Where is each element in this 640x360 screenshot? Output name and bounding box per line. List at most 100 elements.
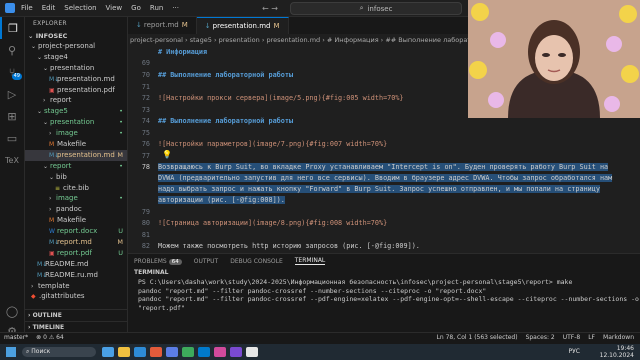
tree-file[interactable]: M Makefile	[25, 215, 127, 226]
app-icon[interactable]	[182, 347, 194, 357]
workspace-root[interactable]: ⌄ INFOSEC	[25, 31, 127, 41]
tree-folder[interactable]: ⌄ report •	[25, 161, 127, 172]
md-file-icon: M↓	[49, 75, 60, 83]
tree-folder[interactable]: ⌄ presentation •	[25, 117, 127, 128]
code-line[interactable]: DVWA (предварительно запустив для него в…	[128, 174, 628, 182]
status-item[interactable]: ⊗ 0 ⚠ 64	[36, 334, 64, 341]
menu-item[interactable]: View	[106, 4, 123, 12]
status-item[interactable]: UTF-8	[563, 334, 581, 341]
line-number: 75	[141, 129, 150, 137]
chevron-down-icon: ⌄	[31, 43, 37, 50]
code-line[interactable]: 81	[128, 231, 628, 239]
run-debug-icon[interactable]: ▷	[0, 83, 24, 105]
breadcrumb[interactable]: project-personal › stage5 › presentation…	[128, 34, 470, 46]
code-line[interactable]: 82 Можем также посмотреть http историю за…	[128, 242, 628, 250]
line-number: 79	[141, 208, 150, 216]
tree-folder[interactable]: › pandoc	[25, 204, 127, 215]
line-text: ![Страница авторизации](image/8.png){#fi…	[158, 219, 388, 227]
edge-icon[interactable]	[134, 347, 146, 357]
menu-item[interactable]: Run	[150, 4, 163, 12]
tree-folder[interactable]: › template	[25, 281, 127, 292]
clock[interactable]: 19:46 12.10.2024	[600, 345, 634, 359]
tree-file[interactable]: ≡ cite.bib	[25, 183, 127, 194]
command-center-search[interactable]: ⌕ infosec	[290, 2, 462, 15]
tree-file[interactable]: ▣ report.pdf U	[25, 248, 127, 259]
status-item[interactable]: master*	[4, 334, 28, 341]
tree-folder[interactable]: ⌄ bib	[25, 172, 127, 183]
code-line[interactable]: надо выбрать запрос и нажать кнопку "For…	[128, 185, 628, 193]
code-line[interactable]: 74 ## Выполнение лабораторной работы	[128, 117, 628, 125]
editor-tab[interactable]: ↓ report.md M	[128, 17, 197, 34]
code-line[interactable]: 80 ![Страница авторизации](image/8.png){#…	[128, 219, 628, 227]
tree-item-label: Makefile	[57, 140, 87, 149]
tree-file[interactable]: M↓presentation.md	[25, 74, 127, 85]
extensions-icon[interactable]: ⊞	[0, 105, 24, 127]
tree-folder[interactable]: ⌄ stage5 •	[25, 106, 127, 117]
panel-tab[interactable]: PROBLEMS 64	[134, 258, 182, 265]
tree-item-label: stage4	[44, 52, 68, 61]
explorer-icon[interactable]: ❐	[0, 17, 24, 39]
terminal-output[interactable]: PS C:\Users\dasha\work\study\2024-2025\И…	[128, 278, 640, 312]
menu-item[interactable]: Selection	[64, 4, 96, 12]
code-line[interactable]: авторизации (рис. [-@fig:008]).	[128, 196, 628, 204]
app-icon[interactable]	[246, 347, 258, 357]
vscode-taskbar-icon[interactable]	[198, 347, 210, 357]
remote-explorer-icon[interactable]: ▭	[0, 127, 24, 149]
tree-file[interactable]: M↓presentation.md M	[25, 149, 127, 161]
code-line[interactable]: 78 Возвращаюсь к Burp Suit, во вкладке Pr…	[128, 163, 628, 171]
menu-item[interactable]: ···	[172, 4, 179, 12]
file-explorer-icon[interactable]	[118, 347, 130, 357]
status-item[interactable]: Spaces: 2	[526, 334, 555, 341]
line-number: 76	[141, 140, 150, 148]
tree-file[interactable]: Wreport.docx U	[25, 226, 127, 237]
app-icon[interactable]	[214, 347, 226, 357]
code-line[interactable]: 77	[128, 152, 628, 160]
editor-tab[interactable]: ↓ presentation.md M	[196, 17, 289, 34]
source-control-icon[interactable]: ⑂ 49	[0, 61, 24, 83]
line-text: DVWA (предварительно запустив для него в…	[158, 174, 613, 182]
panel-tab[interactable]: DEBUG CONSOLE	[230, 258, 283, 265]
tree-folder[interactable]: › image •	[25, 193, 127, 204]
tree-file[interactable]: M Makefile	[25, 139, 127, 150]
app-icon[interactable]	[150, 347, 162, 357]
tree-folder[interactable]: ⌄ presentation	[25, 63, 127, 74]
tree-file[interactable]: ◆ .gitattributes	[25, 291, 127, 302]
status-item[interactable]: Ln 78, Col 1 (563 selected)	[437, 334, 518, 341]
taskbar-search[interactable]: ⌕ Поиск	[22, 347, 96, 357]
windows-start-icon[interactable]	[6, 347, 16, 357]
tree-folder[interactable]: ⌄ stage4	[25, 52, 127, 63]
task-view-icon[interactable]	[102, 347, 114, 357]
tree-folder[interactable]: ⌄ project-personal	[25, 41, 127, 52]
panel-tab[interactable]: TERMINAL	[294, 257, 326, 265]
app-icon[interactable]	[166, 347, 178, 357]
tree-folder[interactable]: › image •	[25, 128, 127, 139]
code-line[interactable]: 76 ![Настройки параметров](image/7.png){#…	[128, 140, 628, 148]
app-icon[interactable]	[230, 347, 242, 357]
tree-file[interactable]: ▣ presentation.pdf	[25, 85, 127, 96]
panel-tab[interactable]: OUTPUT	[194, 258, 218, 265]
menu-item[interactable]: Go	[131, 4, 141, 12]
lightbulb-icon[interactable]: 💡	[162, 150, 172, 159]
outline-section[interactable]: › OUTLINE	[25, 309, 127, 321]
account-icon[interactable]: ◯	[0, 300, 24, 322]
status-item[interactable]: Markdown	[603, 334, 634, 341]
status-item[interactable]: LF	[588, 334, 595, 341]
menu-item[interactable]: Edit	[42, 4, 56, 12]
tree-file[interactable]: M↓README.ru.md	[25, 270, 127, 281]
line-text: Возвращаюсь к Burp Suit, во вкладке Prox…	[158, 163, 609, 171]
line-text: ## Выполнение лабораторной работы	[158, 117, 294, 125]
tree-file[interactable]: M↓report.md M	[25, 237, 127, 248]
line-text: ![Настройки прокси сервера](image/5.png)…	[158, 94, 404, 102]
line-number: 73	[141, 106, 150, 114]
language-indicator[interactable]: РУС	[569, 348, 580, 355]
code-line[interactable]: 75	[128, 129, 628, 137]
code-line[interactable]: 79	[128, 208, 628, 216]
chevron-down-icon: ⌄	[28, 32, 36, 40]
menu-item[interactable]: File	[21, 4, 33, 12]
nav-arrows-icon[interactable]: ← →	[262, 4, 278, 13]
tex-icon[interactable]: TeX	[0, 149, 24, 171]
tree-file[interactable]: M↓README.md	[25, 259, 127, 270]
tree-folder[interactable]: › report	[25, 95, 127, 106]
search-view-icon[interactable]: ⚲	[0, 39, 24, 61]
line-text: # Информация	[158, 48, 208, 56]
